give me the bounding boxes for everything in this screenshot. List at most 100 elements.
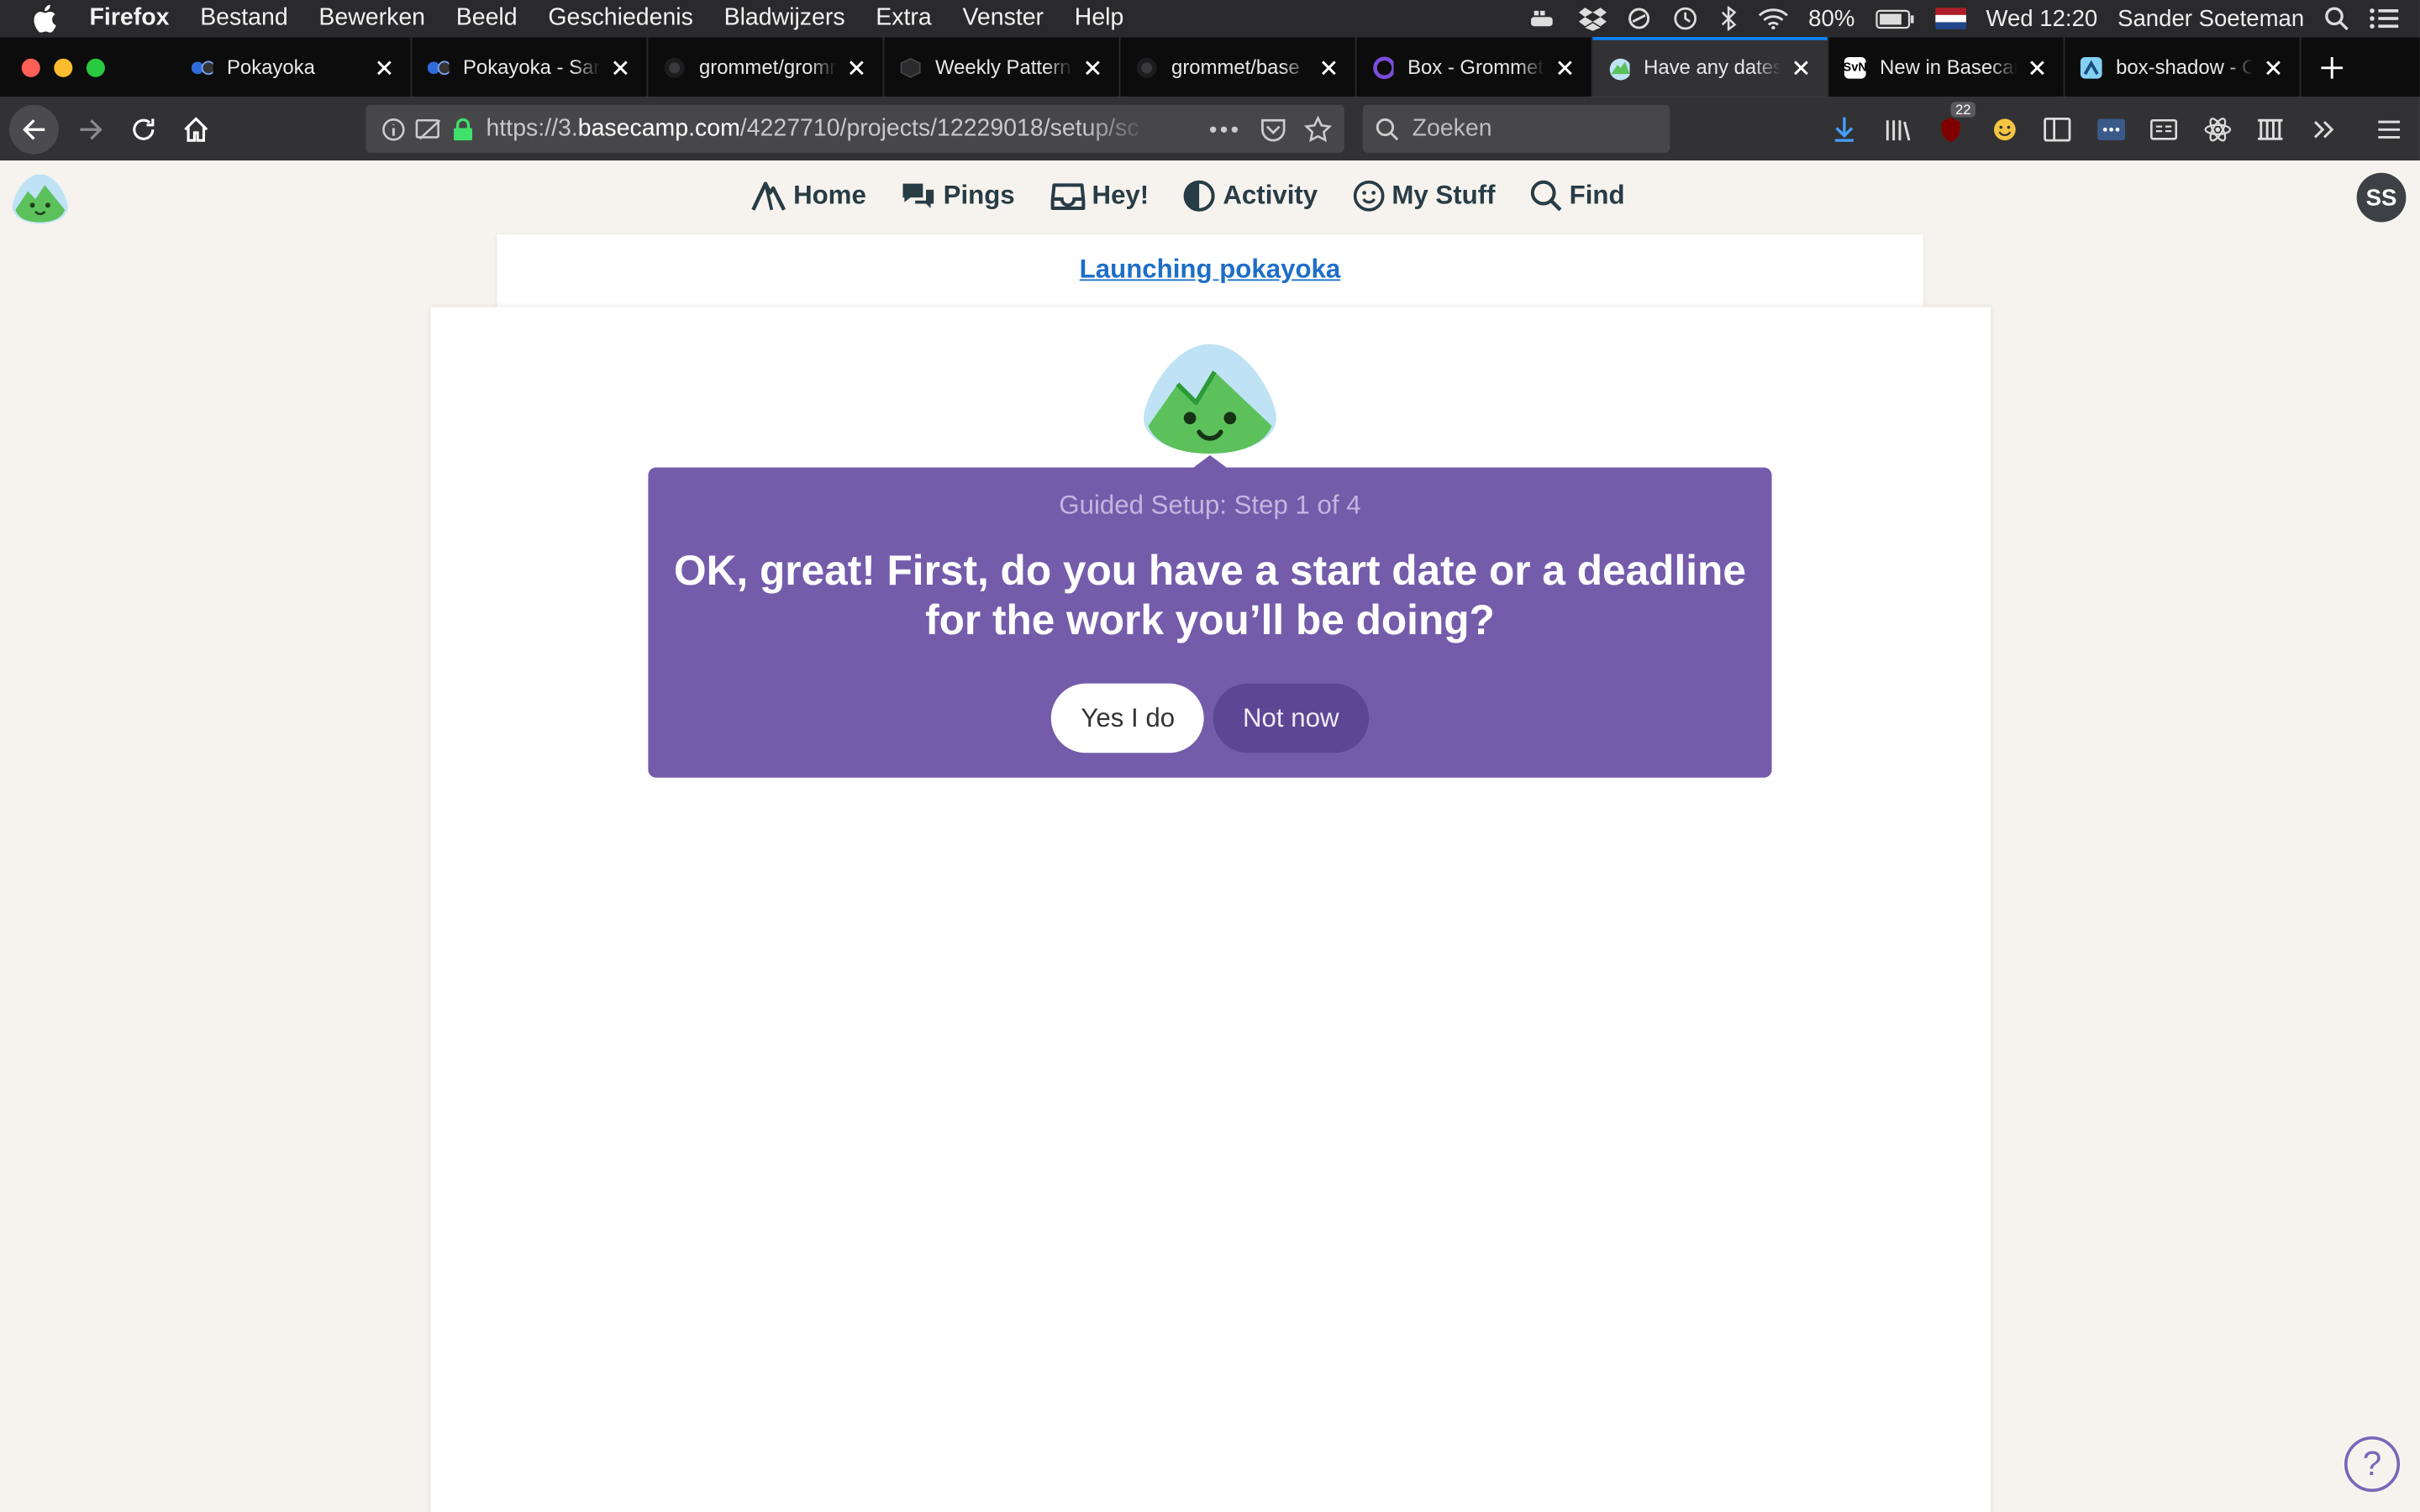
help-button[interactable]: ? (2344, 1436, 2401, 1493)
svn-favicon-icon: SvN (1843, 56, 1867, 78)
new-tab-icon[interactable] (2302, 37, 2363, 97)
spotlight-icon[interactable] (2324, 6, 2349, 31)
reload-button[interactable] (120, 106, 166, 152)
bookmark-star-icon[interactable] (1304, 114, 1333, 143)
nav-my-stuff[interactable]: My Stuff (1352, 179, 1496, 213)
info-icon[interactable] (381, 117, 406, 141)
close-tab-icon[interactable] (1555, 56, 1576, 78)
browser-tab[interactable]: grommet/grommet (648, 37, 885, 97)
menu-bewerken[interactable]: Bewerken (318, 5, 425, 33)
grid-extension-icon[interactable] (2244, 117, 2297, 141)
dropbox-icon[interactable] (1578, 6, 1607, 31)
nav-hey[interactable]: Hey! (1049, 179, 1149, 213)
tab-label: Weekly Pattern (935, 55, 1071, 79)
menu-beeld[interactable]: Beeld (456, 5, 518, 33)
minimize-window-button[interactable] (54, 57, 73, 76)
nav-activity[interactable]: Activity (1183, 179, 1318, 213)
basecamp-logo-icon[interactable] (11, 173, 70, 234)
close-tab-icon[interactable] (2027, 56, 2049, 78)
battery-icon[interactable] (1875, 8, 1915, 29)
overflow-chevron-icon[interactable] (2297, 118, 2350, 140)
menu-app-name[interactable]: Firefox (90, 5, 170, 33)
time-machine-icon[interactable] (1671, 6, 1699, 30)
close-tab-icon[interactable] (1318, 56, 1340, 78)
forward-button[interactable] (68, 106, 114, 152)
close-tab-icon[interactable] (609, 56, 631, 78)
library-icon[interactable] (1871, 117, 1924, 141)
url-domain: basecamp.com (577, 114, 740, 142)
emoji-extension-icon[interactable] (1978, 117, 2031, 141)
nav-activity-label: Activity (1223, 180, 1318, 210)
nav-mystuff-label: My Stuff (1392, 180, 1496, 210)
lastpass-icon[interactable] (2084, 118, 2137, 140)
tab-label: Have any dates (1644, 55, 1781, 79)
macos-menubar: Firefox Bestand Bewerken Beeld Geschiede… (0, 0, 2420, 38)
setup-buttons: Yes I do Not now (648, 683, 1771, 753)
tab-label: New in Basecamp (1880, 55, 2017, 79)
pocket-icon[interactable] (1260, 117, 1287, 141)
back-button[interactable] (9, 103, 59, 154)
downloads-icon[interactable] (1818, 115, 1871, 143)
bluetooth-icon[interactable] (1719, 6, 1738, 31)
wifi-icon[interactable] (1758, 8, 1789, 29)
address-bar[interactable]: https://3.basecamp.com/4227710/projects/… (366, 104, 1344, 153)
sidebar-icon[interactable] (2031, 117, 2084, 141)
menu-help[interactable]: Help (1075, 5, 1124, 33)
setup-question: OK, great! First, do you have a start da… (674, 548, 1746, 643)
browser-tab[interactable]: SvN New in Basecamp (1828, 37, 2065, 97)
close-tab-icon[interactable] (1082, 56, 1104, 78)
sync-icon[interactable] (1626, 6, 1650, 30)
browser-navbar: https://3.basecamp.com/4227710/projects/… (0, 97, 2420, 161)
toolbar-icons: 22 (1818, 97, 2417, 160)
browser-tab[interactable]: Weekly Pattern (884, 37, 1121, 97)
smiley-face-icon (1353, 180, 1385, 212)
chat-bubbles-icon (902, 183, 934, 208)
browser-tab[interactable]: Pokayoka (176, 37, 413, 97)
close-tab-icon[interactable] (1791, 56, 1812, 78)
browser-tab[interactable]: box-shadow - CSS (2065, 37, 2302, 97)
lock-icon[interactable] (452, 117, 474, 141)
browser-tab[interactable]: Pokayoka - Sander (412, 37, 649, 97)
nav-hey-label: Hey! (1092, 180, 1150, 210)
basecamp-mascot-icon (1140, 341, 1279, 466)
browser-tab[interactable]: Box - Grommet (1356, 37, 1593, 97)
close-tab-icon[interactable] (373, 56, 395, 78)
zoom-window-button[interactable] (86, 57, 105, 76)
setup-step-indicator: Guided Setup: Step 1 of 4 (1059, 491, 1361, 520)
menu-bladwijzers[interactable]: Bladwijzers (724, 5, 845, 33)
close-tab-icon[interactable] (2263, 56, 2285, 78)
permissions-icon[interactable] (415, 117, 443, 141)
nav-home-label: Home (793, 180, 866, 210)
react-devtools-icon[interactable] (2191, 115, 2244, 143)
hamburger-menu-icon[interactable] (2363, 118, 2416, 140)
page-actions-icon[interactable] (1208, 124, 1239, 134)
window-controls (0, 37, 176, 97)
apple-icon[interactable] (33, 4, 64, 33)
inbox-tray-icon (1050, 183, 1085, 210)
menu-venster[interactable]: Venster (962, 5, 1044, 33)
yes-i-do-button[interactable]: Yes I do (1051, 683, 1205, 753)
ublock-badge: 22 (1950, 101, 1976, 117)
ublock-icon[interactable]: 22 (1924, 101, 1977, 143)
avatar[interactable]: SS (2356, 172, 2407, 223)
search-bar[interactable]: Zoeken (1362, 104, 1670, 153)
close-window-button[interactable] (21, 57, 40, 76)
browser-tab[interactable]: grommet/base (1120, 37, 1357, 97)
close-tab-icon[interactable] (846, 56, 868, 78)
input-source-flag-icon[interactable] (1934, 8, 1966, 29)
menubar-user[interactable]: Sander Soeteman (2118, 5, 2304, 31)
menu-extra[interactable]: Extra (876, 5, 931, 33)
nav-home[interactable]: Home (750, 179, 866, 213)
home-button[interactable] (173, 106, 219, 152)
menu-bestand[interactable]: Bestand (200, 5, 287, 33)
menubar-clock[interactable]: Wed 12:20 (1986, 5, 2097, 31)
docker-icon[interactable] (1528, 8, 1559, 29)
menu-geschiedenis[interactable]: Geschiedenis (548, 5, 693, 33)
reader-view-icon[interactable] (2138, 118, 2191, 140)
nav-pings[interactable]: Pings (900, 179, 1015, 213)
browser-tab-active[interactable]: Have any dates (1592, 37, 1829, 97)
not-now-button[interactable]: Not now (1213, 683, 1369, 753)
nav-find[interactable]: Find (1529, 179, 1625, 213)
project-link[interactable]: Launching pokayoka (1080, 255, 1341, 286)
notification-center-icon[interactable] (2369, 8, 2400, 29)
